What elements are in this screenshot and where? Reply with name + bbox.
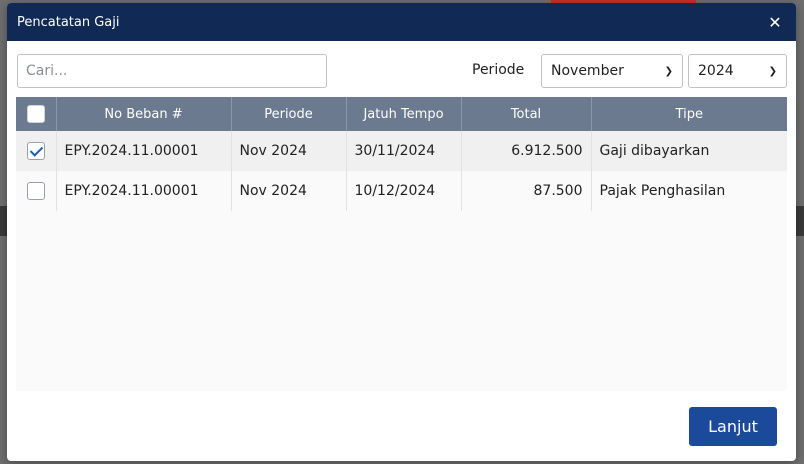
table-row[interactable]: EPY.2024.11.00001 Nov 2024 10/12/2024 87…: [16, 171, 787, 211]
cell-no-beban: EPY.2024.11.00001: [56, 131, 232, 171]
month-select[interactable]: November ❯: [541, 54, 683, 88]
cell-total: 87.500: [461, 171, 592, 211]
cell-periode: Nov 2024: [231, 171, 347, 211]
row-checkbox[interactable]: [26, 182, 45, 200]
payroll-table-area: No Beban # Periode Jatuh Tempo Total Tip…: [16, 97, 787, 391]
column-header-periode[interactable]: Periode: [231, 97, 347, 131]
select-all-cell: [16, 97, 57, 131]
payroll-modal: Pencatatan Gaji ✕ Periode November ❯ 202…: [7, 3, 796, 461]
cell-total: 6.912.500: [461, 131, 592, 171]
cell-periode: Nov 2024: [231, 131, 347, 171]
cell-tipe: Gaji dibayarkan: [599, 143, 710, 159]
row-checkbox-cell: [16, 131, 57, 171]
cell-jatuh-tempo: 30/11/2024: [346, 131, 462, 171]
search-input[interactable]: [17, 54, 327, 88]
column-header-no-beban[interactable]: No Beban #: [56, 97, 232, 131]
row-checkbox[interactable]: [26, 142, 45, 160]
chevron-down-icon: ❯: [664, 65, 673, 77]
row-checkbox-cell: [16, 171, 57, 211]
cell-tipe: Pajak Penghasilan: [599, 183, 726, 199]
close-icon[interactable]: ✕: [764, 11, 786, 33]
chevron-down-icon: ❯: [768, 65, 777, 77]
column-header-jatuh-tempo[interactable]: Jatuh Tempo: [346, 97, 462, 131]
table-header-row: No Beban # Periode Jatuh Tempo Total Tip…: [16, 97, 787, 131]
periode-label: Periode: [472, 62, 525, 78]
column-header-tipe[interactable]: Tipe: [591, 97, 787, 131]
cell-jatuh-tempo: 10/12/2024: [346, 171, 462, 211]
payroll-table: No Beban # Periode Jatuh Tempo Total Tip…: [16, 97, 787, 211]
year-select[interactable]: 2024 ❯: [688, 54, 787, 88]
next-button[interactable]: Lanjut: [689, 407, 777, 446]
select-all-checkbox[interactable]: [26, 105, 45, 123]
modal-header: Pencatatan Gaji ✕: [7, 3, 796, 41]
column-header-total[interactable]: Total: [461, 97, 592, 131]
modal-title: Pencatatan Gaji: [17, 14, 120, 30]
cell-no-beban: EPY.2024.11.00001: [56, 171, 232, 211]
table-row[interactable]: EPY.2024.11.00001 Nov 2024 30/11/2024 6.…: [16, 131, 787, 171]
month-select-value: November: [551, 63, 624, 79]
year-select-value: 2024: [698, 63, 734, 79]
filter-toolbar: Periode November ❯ 2024 ❯: [7, 41, 796, 97]
